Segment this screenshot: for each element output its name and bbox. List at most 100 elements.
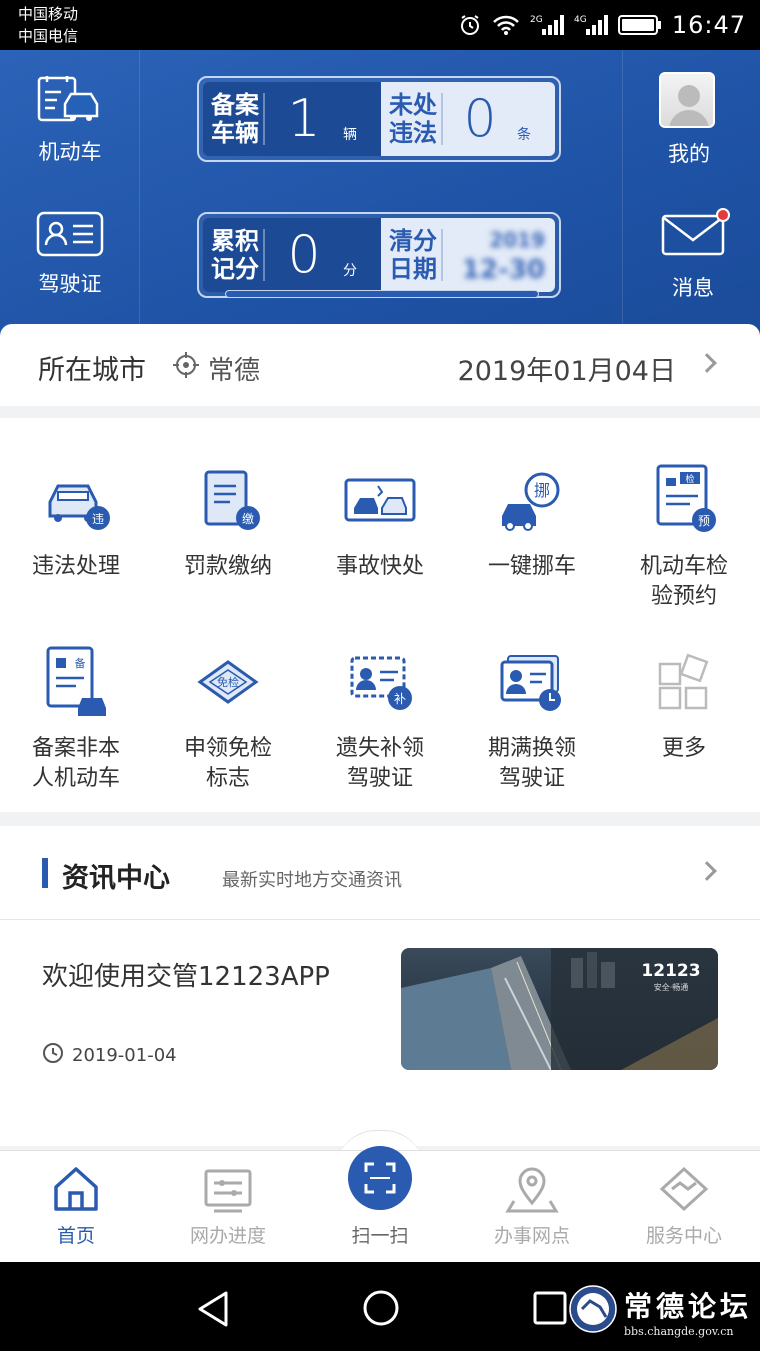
nav-label: 首页: [56, 1225, 95, 1247]
service-violation[interactable]: 违 违法处理: [0, 462, 152, 582]
accumulated-points-label: 累积记分: [211, 227, 259, 283]
service-fine-payment[interactable]: 缴 罚款缴纳: [152, 462, 304, 582]
service-label: 事故快处: [335, 554, 424, 579]
license-card-icon: [35, 211, 105, 262]
vehicle-summary-card[interactable]: 备案车辆 1 辆 未处违法 0 条: [197, 76, 561, 162]
recents-button[interactable]: [532, 1290, 568, 1330]
vehicle-tile[interactable]: 机动车: [0, 74, 140, 166]
city-label: 所在城市: [38, 355, 146, 386]
status-bar: 中国移动 中国电信 2G 4G 16:47: [0, 0, 760, 50]
service-exempt-mark[interactable]: 免检 申领免检 标志: [152, 644, 304, 794]
renew-license-icon: [500, 655, 561, 711]
location-pin-icon: [505, 1167, 559, 1213]
news-item-title: 欢迎使用交管12123APP: [42, 962, 330, 992]
back-button[interactable]: [196, 1290, 230, 1332]
message-label: 消息: [672, 276, 714, 300]
carrier-name-1: 中国移动: [18, 5, 79, 23]
svg-text:2G: 2G: [530, 15, 543, 25]
scan-icon: [364, 1162, 396, 1194]
license-tile[interactable]: 驾驶证: [0, 210, 140, 298]
pending-violations-label: 未处违法: [389, 91, 437, 147]
chevron-right-icon: [697, 861, 717, 881]
nav-label: 扫一扫: [351, 1225, 409, 1247]
nav-service-center[interactable]: 服务中心: [608, 1151, 760, 1263]
inspection-booking-icon: 检预: [656, 464, 716, 532]
service-label: 申领免检 标志: [183, 736, 272, 791]
service-lost-license[interactable]: 补 遗失补领 驾驶证: [304, 644, 456, 794]
service-move-car[interactable]: 挪 一键挪车: [456, 462, 608, 582]
dashboard-header: 机动车 驾驶证 备案车辆 1 辆 未处违法 0 条 累积记分 0 分 清分日期 …: [0, 50, 760, 340]
vehicle-label: 机动车: [38, 140, 102, 164]
nav-label: 服务中心: [645, 1225, 722, 1247]
battery-icon: [617, 14, 662, 36]
signal-4g-icon: 4G: [574, 13, 608, 37]
news-thumbnail: 12123 安全·畅通: [401, 948, 718, 1070]
thumbnail-slogan: 安全·畅通: [654, 982, 689, 992]
home-system-button[interactable]: [362, 1289, 400, 1331]
svg-text:备: 备: [75, 656, 86, 670]
city-selector-row[interactable]: 所在城市 常德 2019年01月04日: [0, 324, 760, 406]
service-inspection-booking[interactable]: 检预 机动车检 验预约: [608, 462, 760, 612]
nav-service-points[interactable]: 办事网点: [456, 1151, 608, 1263]
license-summary-card[interactable]: 累积记分 0 分 清分日期 2019 12-30: [197, 212, 561, 298]
service-renew-license[interactable]: 期满换领 驾驶证: [456, 644, 608, 794]
svg-text:免检: 免检: [217, 675, 239, 689]
forum-logo-icon: [568, 1284, 618, 1338]
clock-time: 16:47: [671, 11, 746, 39]
service-label: 违法处理: [31, 554, 120, 579]
news-center: 资讯中心 最新实时地方交通资讯 欢迎使用交管12123APP 2019-01-0…: [0, 826, 760, 1146]
carrier-name-2: 中国电信: [18, 27, 79, 45]
service-accident[interactable]: 事故快处: [304, 462, 456, 582]
home-icon: [54, 1167, 98, 1211]
svg-text:挪: 挪: [534, 481, 550, 500]
news-item-date: 2019-01-04: [42, 1042, 177, 1069]
nav-home[interactable]: 首页: [0, 1151, 152, 1263]
svg-text:预: 预: [698, 514, 710, 528]
pending-violations-unit: 条: [517, 127, 531, 143]
service-register-vehicle[interactable]: 备 备案非本 人机动车: [0, 644, 152, 794]
header-right-column: 我的 消息: [622, 50, 760, 340]
back-triangle-icon: [198, 1291, 228, 1327]
registered-vehicles-unit: 辆: [343, 127, 357, 143]
home-circle-icon: [363, 1290, 399, 1326]
svg-text:缴: 缴: [242, 511, 254, 526]
nav-label: 办事网点: [493, 1225, 570, 1247]
thumbnail-brand: 12123: [641, 961, 700, 981]
clear-date-value: 2019 12-30: [461, 228, 545, 285]
my-label: 我的: [668, 142, 710, 166]
service-label: 机动车检 验预约: [639, 554, 728, 609]
wifi-icon: [492, 14, 520, 36]
news-section-title: 资讯中心: [62, 863, 170, 894]
register-vehicle-icon: 备: [46, 646, 106, 716]
svg-text:违: 违: [92, 512, 104, 526]
news-header[interactable]: 资讯中心 最新实时地方交通资讯: [0, 826, 760, 920]
nav-progress[interactable]: 网办进度: [152, 1151, 304, 1263]
signal-2g-icon: 2G: [530, 13, 564, 37]
scan-button[interactable]: [348, 1146, 412, 1210]
registered-vehicles-label: 备案车辆: [211, 91, 259, 147]
card-decoration-bar: [225, 290, 539, 298]
clock-icon: [42, 1042, 64, 1069]
vehicle-doc-icon: [35, 76, 105, 130]
recents-square-icon: [533, 1291, 567, 1325]
crosshair-icon: [172, 351, 200, 386]
my-profile-tile[interactable]: 我的: [659, 72, 719, 168]
section-accent-bar: [42, 858, 48, 888]
svg-text:4G: 4G: [574, 15, 587, 25]
news-section-subtitle: 最新实时地方交通资讯: [222, 870, 402, 891]
clear-date-label: 清分日期: [389, 227, 437, 283]
svg-text:补: 补: [394, 692, 406, 706]
accident-icon: [344, 478, 416, 522]
pending-violations-count: 0: [463, 89, 497, 149]
service-label: 备案非本 人机动车: [31, 736, 120, 791]
alarm-icon: [458, 13, 482, 37]
registered-vehicles-count: 1: [287, 89, 321, 149]
service-label: 一键挪车: [487, 554, 576, 579]
service-grid: 违 违法处理 缴 罚款缴纳 事故快处 挪 一键挪车 检预 机动车检 验预约 备 备…: [0, 418, 760, 812]
service-more[interactable]: 更多: [608, 644, 760, 764]
chevron-right-icon: [697, 353, 717, 373]
envelope-icon: [660, 208, 730, 262]
watermark-title: 常德论坛: [623, 1289, 752, 1323]
svg-text:检: 检: [685, 473, 694, 485]
messages-tile[interactable]: 消息: [643, 208, 743, 302]
